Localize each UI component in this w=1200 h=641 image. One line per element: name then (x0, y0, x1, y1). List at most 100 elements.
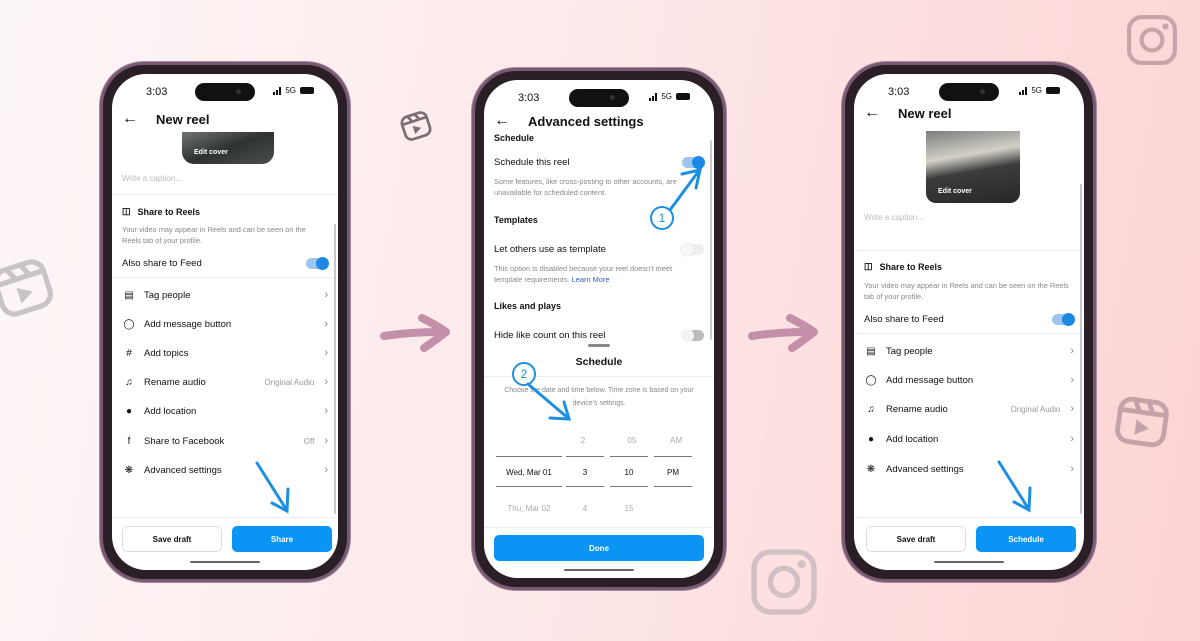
row-add-message-button[interactable]: ◯ Add message button › (122, 315, 328, 333)
sheet-handle[interactable] (588, 344, 610, 347)
row-add-location[interactable]: ● Add location › (122, 402, 328, 420)
hide-likes-row: Hide like count on this reel (494, 326, 704, 344)
battery-icon (300, 87, 314, 94)
row-advanced-settings[interactable]: ❋ Advanced settings › (122, 461, 328, 479)
scrollbar[interactable] (710, 140, 712, 340)
done-button[interactable]: Done (494, 535, 704, 561)
row-add-location[interactable]: ● Add location › (864, 430, 1074, 448)
home-indicator (934, 561, 1004, 563)
facebook-icon: f (127, 435, 131, 447)
save-draft-button[interactable]: Save draft (122, 526, 222, 552)
schedule-toggle[interactable] (682, 155, 705, 169)
reels-icon (400, 111, 432, 141)
audio-icon: ♫ (867, 403, 875, 415)
share-reels-help: Your video may appear in Reels and can b… (864, 281, 1069, 301)
row-rename-audio[interactable]: ♫ Rename audio Original Audio › (122, 373, 328, 391)
message-icon: ◯ (865, 374, 877, 386)
reels-icon: ◫ (122, 206, 131, 216)
also-share-feed-toggle[interactable] (1052, 312, 1075, 326)
page-title: New reel (156, 111, 210, 127)
picker-ampm[interactable]: PM (654, 468, 692, 477)
network-label: 5G (285, 86, 296, 95)
tag-people-icon: ▤ (124, 289, 134, 301)
dynamic-island (939, 83, 999, 101)
screen: 3:03 5G ← Advanced settings Schedule Sche… (484, 80, 714, 578)
row-tag-people[interactable]: ▤ Tag people › (122, 286, 328, 304)
instagram-icon (751, 549, 817, 615)
share-button[interactable]: Share (232, 526, 332, 552)
page-title: Advanced settings (528, 113, 644, 129)
instagram-icon (1127, 15, 1177, 65)
chevron-right-icon: › (1070, 403, 1074, 415)
learn-more-link[interactable]: Learn More (572, 275, 610, 284)
chevron-right-icon: › (324, 376, 328, 388)
network-label: 5G (661, 92, 672, 101)
row-rename-audio[interactable]: ♫ Rename audio Original Audio › (864, 400, 1074, 418)
phone-new-reel-scheduled: 3:03 5G ← New reel Edit cover Write a cap… (842, 62, 1096, 582)
hide-likes-toggle[interactable] (681, 328, 704, 342)
share-reels-title: Share to Reels (137, 206, 201, 217)
row-add-topics[interactable]: # Add topics › (122, 344, 328, 362)
step-1-badge: 1 (650, 206, 674, 230)
also-share-feed-toggle[interactable] (306, 256, 329, 270)
location-icon: ● (125, 405, 133, 417)
network-label: 5G (1031, 86, 1042, 95)
sheet-help: Choose the date and time below. Time zon… (504, 387, 694, 407)
hashtag-icon: # (126, 347, 132, 359)
chevron-right-icon: › (1070, 345, 1074, 357)
back-arrow-icon[interactable]: ← (122, 110, 152, 128)
chevron-right-icon: › (324, 435, 328, 447)
clock: 3:03 (518, 92, 540, 104)
signal-icon (649, 92, 658, 101)
battery-icon (1046, 87, 1060, 94)
template-toggle[interactable] (681, 242, 704, 256)
picker-hour[interactable]: 3 (566, 468, 604, 477)
schedule-button[interactable]: Schedule (976, 526, 1076, 552)
cover-thumbnail[interactable]: Edit cover (926, 131, 1020, 203)
phone-advanced-settings: 3:03 5G ← Advanced settings Schedule Sche… (472, 68, 726, 590)
also-share-feed-row: Also share to Feed (122, 254, 329, 272)
scrollbar[interactable] (334, 224, 336, 514)
caption-input[interactable]: Write a caption... (122, 174, 182, 183)
status-bar: 3:03 5G (112, 74, 338, 104)
dynamic-island (195, 83, 255, 101)
also-share-feed-row: Also share to Feed (864, 310, 1075, 328)
chevron-right-icon: › (1070, 463, 1074, 475)
share-reels-title: Share to Reels (879, 261, 943, 272)
picker-minute[interactable]: 10 (610, 468, 648, 477)
message-icon: ◯ (123, 318, 135, 330)
schedule-help: Some features, like cross-posting to oth… (494, 177, 677, 197)
reels-icon: ◫ (864, 261, 873, 271)
settings-icon: ❋ (866, 463, 876, 475)
signal-icon (273, 86, 282, 95)
scrollbar[interactable] (1080, 184, 1082, 514)
battery-icon (676, 93, 690, 100)
row-tag-people[interactable]: ▤ Tag people › (864, 342, 1074, 360)
chevron-right-icon: › (324, 289, 328, 301)
back-arrow-icon[interactable]: ← (494, 112, 524, 130)
edit-cover-label: Edit cover (194, 149, 228, 156)
likes-heading: Likes and plays (494, 301, 562, 311)
settings-icon: ❋ (124, 464, 134, 476)
templates-heading: Templates (494, 215, 538, 225)
share-reels-help: Your video may appear in Reels and can b… (122, 225, 306, 245)
chevron-right-icon: › (324, 347, 328, 359)
back-arrow-icon[interactable]: ← (864, 104, 894, 122)
row-share-facebook[interactable]: f Share to Facebook Off › (122, 432, 328, 450)
screen: 3:03 5G ← New reel Edit cover Write a cap… (112, 74, 338, 570)
date-time-picker[interactable]: 2 05 AM Wed, Mar 01 3 10 PM Thu, Mar 02 … (484, 422, 714, 542)
chevron-right-icon: › (1070, 374, 1074, 386)
cover-thumbnail[interactable]: Edit cover (182, 132, 274, 164)
clock: 3:03 (146, 86, 168, 98)
page-title: New reel (898, 105, 952, 121)
caption-input[interactable]: Write a caption... (864, 213, 924, 222)
chevron-right-icon: › (324, 318, 328, 330)
step-2-badge: 2 (512, 362, 536, 386)
status-bar: 3:03 5G (484, 80, 714, 110)
picker-date[interactable]: Wed, Mar 01 (496, 468, 562, 477)
row-add-message-button[interactable]: ◯ Add message button › (864, 371, 1074, 389)
save-draft-button[interactable]: Save draft (866, 526, 966, 552)
clock: 3:03 (888, 86, 910, 98)
row-advanced-settings[interactable]: ❋ Advanced settings › (864, 460, 1074, 478)
reels-icon (0, 259, 53, 317)
